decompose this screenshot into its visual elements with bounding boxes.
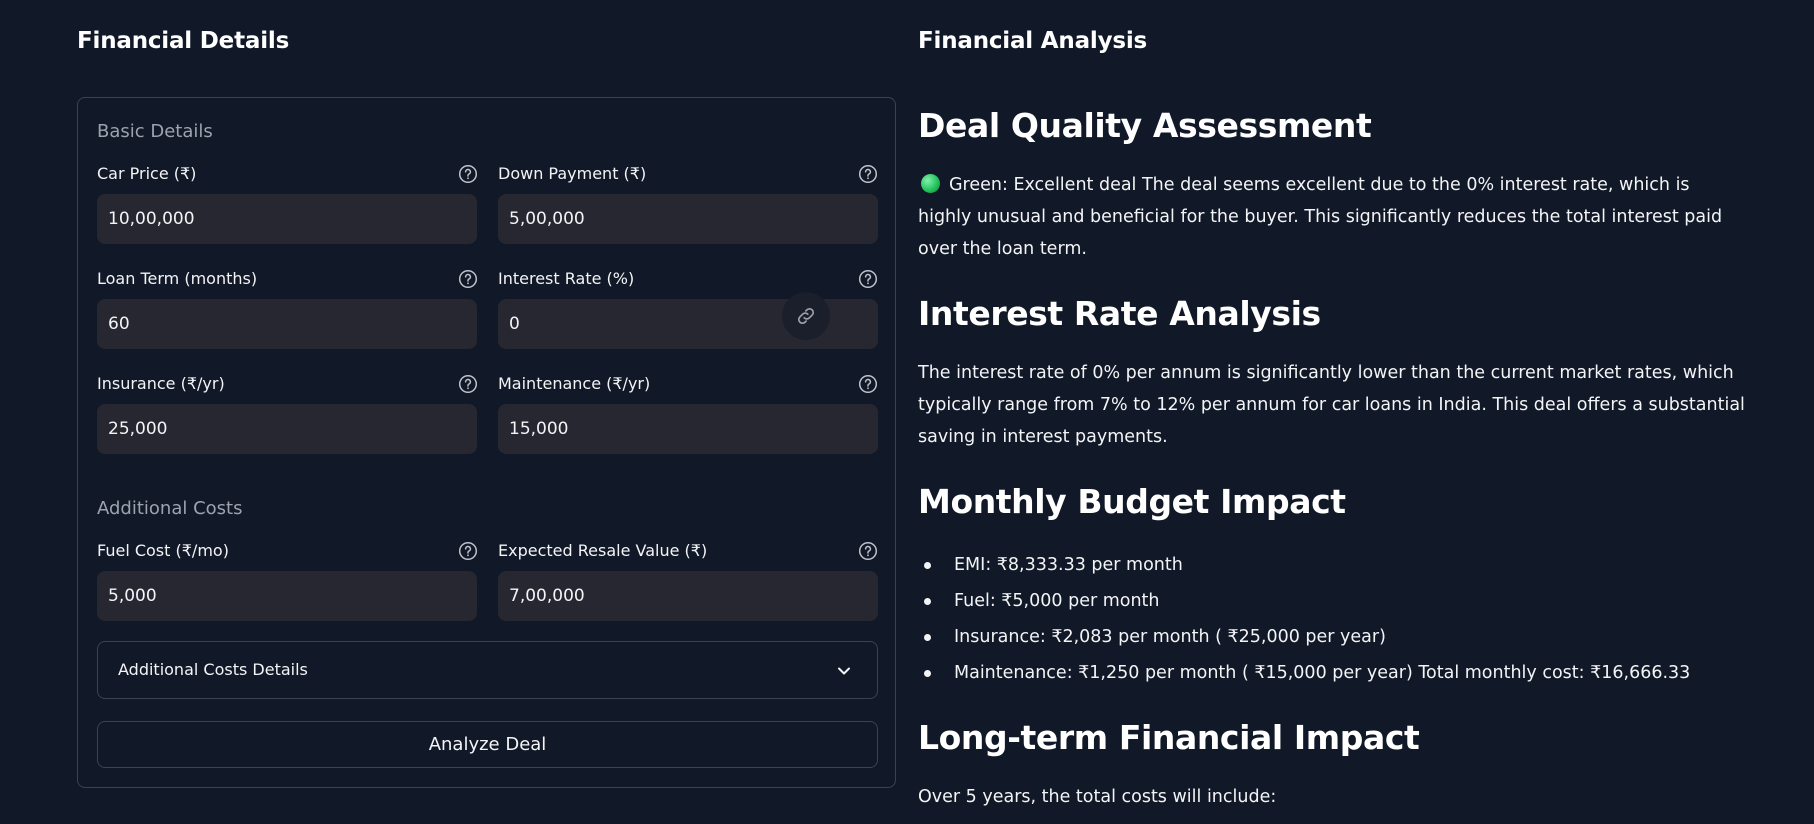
additional-costs-label: Additional Costs xyxy=(97,498,243,519)
car-price-input[interactable] xyxy=(97,194,477,244)
maintenance-input[interactable] xyxy=(498,404,878,454)
interest-rate-analysis-title: Interest Rate Analysis xyxy=(918,294,1321,333)
interest-rate-analysis-text: The interest rate of 0% per annum is sig… xyxy=(918,363,1745,447)
insurance-input[interactable] xyxy=(97,404,477,454)
car-price-label: Car Price (₹) xyxy=(97,164,197,183)
long-term-impact-text: Over 5 years, the total costs will inclu… xyxy=(918,787,1277,807)
list-item: Fuel: ₹5,000 per month xyxy=(918,583,1758,619)
financial-analysis-heading: Financial Analysis xyxy=(918,28,1148,54)
green-circle-icon xyxy=(921,174,940,193)
help-icon[interactable] xyxy=(458,164,478,184)
deal-quality-body: Green: Excellent deal The deal seems exc… xyxy=(918,175,1723,259)
long-term-impact-title: Long-term Financial Impact xyxy=(918,718,1420,757)
fuel-cost-label: Fuel Cost (₹/mo) xyxy=(97,541,229,560)
down-payment-input[interactable] xyxy=(498,194,878,244)
list-item: Maintenance: ₹1,250 per month ( ₹15,000 … xyxy=(918,655,1758,691)
down-payment-label: Down Payment (₹) xyxy=(498,164,647,183)
help-icon[interactable] xyxy=(458,541,478,561)
maintenance-label: Maintenance (₹/yr) xyxy=(498,374,651,393)
help-icon[interactable] xyxy=(858,269,878,289)
loan-term-input[interactable] xyxy=(97,299,477,349)
interest-rate-label: Interest Rate (%) xyxy=(498,269,635,288)
insurance-label: Insurance (₹/yr) xyxy=(97,374,225,393)
additional-costs-expander[interactable]: Additional Costs Details xyxy=(97,641,878,699)
help-icon[interactable] xyxy=(858,374,878,394)
copy-link-button[interactable] xyxy=(782,292,830,340)
help-icon[interactable] xyxy=(858,164,878,184)
expander-label: Additional Costs Details xyxy=(118,660,308,679)
fuel-cost-input[interactable] xyxy=(97,571,477,621)
chevron-down-icon xyxy=(838,667,850,675)
loan-term-label: Loan Term (months) xyxy=(97,269,258,288)
link-icon xyxy=(797,307,815,325)
monthly-budget-title: Monthly Budget Impact xyxy=(918,482,1346,521)
help-icon[interactable] xyxy=(858,541,878,561)
financial-details-form: Basic Details Car Price (₹) Down Payment… xyxy=(77,97,896,788)
financial-details-heading: Financial Details xyxy=(77,28,290,54)
basic-details-label: Basic Details xyxy=(97,121,213,142)
deal-quality-title: Deal Quality Assessment xyxy=(918,106,1372,145)
resale-value-input[interactable] xyxy=(498,571,878,621)
resale-value-label: Expected Resale Value (₹) xyxy=(498,541,708,560)
analyze-deal-button[interactable]: Analyze Deal xyxy=(97,721,878,768)
monthly-budget-list: EMI: ₹8,333.33 per month Fuel: ₹5,000 pe… xyxy=(918,547,1758,691)
deal-quality-text: Green: Excellent deal The deal seems exc… xyxy=(918,169,1748,265)
help-icon[interactable] xyxy=(458,269,478,289)
help-icon[interactable] xyxy=(458,374,478,394)
list-item: EMI: ₹8,333.33 per month xyxy=(918,547,1758,583)
list-item: Insurance: ₹2,083 per month ( ₹25,000 pe… xyxy=(918,619,1758,655)
